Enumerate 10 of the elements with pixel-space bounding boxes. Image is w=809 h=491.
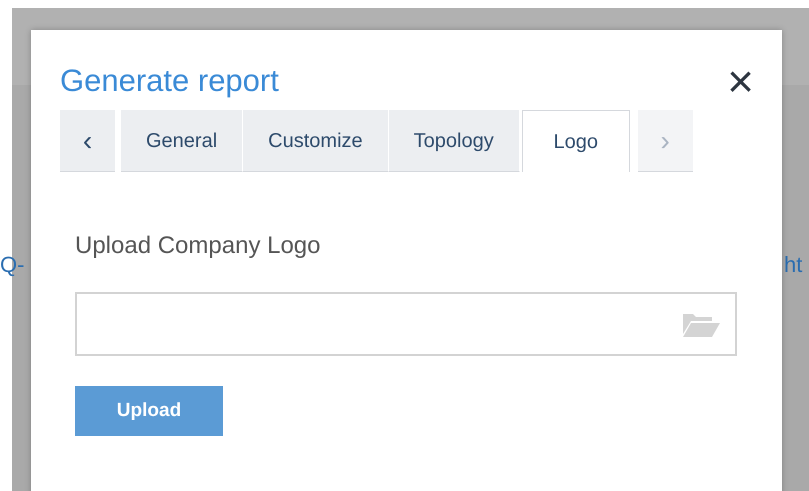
tab[interactable]: Logo (522, 110, 630, 172)
tab[interactable]: Topology (388, 110, 520, 172)
tab[interactable]: Customize (243, 110, 389, 172)
close-button[interactable]: × (727, 58, 754, 104)
upload-label: Upload Company Logo (75, 231, 320, 261)
previous-tab-button[interactable]: ‹ (60, 110, 115, 172)
background-link-text: ht (784, 251, 802, 279)
file-input-field[interactable] (75, 292, 737, 356)
dialog-title: Generate report (60, 62, 279, 100)
tab[interactable]: General (121, 110, 244, 172)
